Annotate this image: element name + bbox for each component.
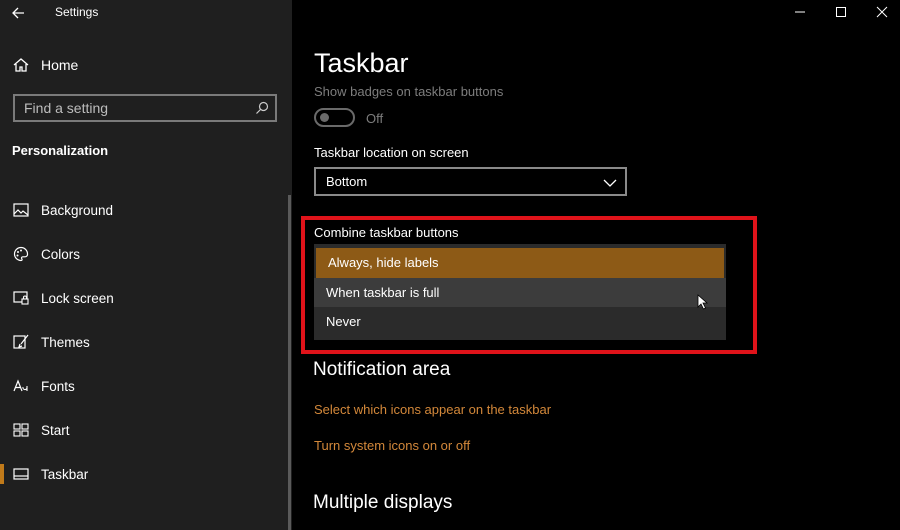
close-icon bbox=[876, 6, 888, 18]
home-icon bbox=[12, 56, 30, 74]
search-input[interactable] bbox=[24, 100, 244, 116]
combine-label: Combine taskbar buttons bbox=[314, 225, 459, 240]
mouse-pointer-icon bbox=[697, 294, 709, 310]
minimize-icon bbox=[795, 11, 805, 13]
toggle-knob bbox=[320, 113, 329, 122]
select-icons-link[interactable]: Select which icons appear on the taskbar bbox=[314, 402, 551, 417]
dropdown-option-always-hide-labels[interactable]: Always, hide labels bbox=[316, 248, 724, 278]
location-select-value: Bottom bbox=[326, 174, 368, 189]
sidebar-item-label: Taskbar bbox=[41, 466, 89, 482]
sidebar-item-label: Themes bbox=[41, 334, 90, 350]
sidebar-item-colors[interactable]: Colors bbox=[0, 232, 288, 276]
chevron-down-icon bbox=[603, 176, 617, 187]
start-tiles-icon bbox=[13, 422, 29, 438]
location-label: Taskbar location on screen bbox=[314, 145, 469, 160]
badges-setting-label: Show badges on taskbar buttons bbox=[314, 84, 504, 99]
app-title: Settings bbox=[55, 5, 99, 19]
palette-icon bbox=[13, 246, 29, 262]
font-icon bbox=[13, 378, 29, 394]
sidebar-scrollbar[interactable] bbox=[288, 195, 291, 530]
multiple-displays-heading: Multiple displays bbox=[313, 492, 453, 513]
sidebar-item-themes[interactable]: Themes bbox=[0, 320, 288, 364]
themes-brush-icon bbox=[13, 334, 29, 350]
lock-screen-icon bbox=[13, 290, 29, 306]
home-link[interactable]: Home bbox=[12, 55, 78, 75]
sidebar-nav: Background Colors Lock screen Themes Fon… bbox=[0, 188, 288, 496]
notification-area-heading: Notification area bbox=[313, 359, 451, 380]
sidebar-item-label: Background bbox=[41, 202, 114, 218]
search-box[interactable] bbox=[13, 94, 277, 122]
combine-dropdown-list: Always, hide labels When taskbar is full… bbox=[314, 244, 726, 340]
system-icons-link[interactable]: Turn system icons on or off bbox=[314, 438, 470, 453]
sidebar-item-fonts[interactable]: Fonts bbox=[0, 364, 288, 408]
maximize-icon bbox=[836, 7, 846, 17]
sidebar-item-label: Colors bbox=[41, 246, 81, 262]
sidebar-item-label: Lock screen bbox=[41, 290, 114, 306]
search-icon[interactable] bbox=[255, 101, 269, 115]
badges-toggle-state: Off bbox=[366, 111, 384, 126]
dropdown-option-never[interactable]: Never bbox=[314, 307, 726, 337]
sidebar-item-background[interactable]: Background bbox=[0, 188, 288, 232]
home-label: Home bbox=[41, 57, 79, 73]
sidebar-item-taskbar[interactable]: Taskbar bbox=[0, 452, 288, 496]
sidebar: Settings Home Personalization Background… bbox=[0, 0, 292, 530]
picture-icon bbox=[13, 202, 29, 218]
location-select[interactable]: Bottom bbox=[314, 167, 627, 196]
sidebar-item-label: Start bbox=[41, 422, 70, 438]
dropdown-option-when-taskbar-full[interactable]: When taskbar is full bbox=[314, 277, 726, 307]
close-button[interactable] bbox=[870, 2, 894, 22]
sidebar-item-start[interactable]: Start bbox=[0, 408, 288, 452]
back-arrow-icon[interactable] bbox=[10, 4, 30, 22]
sidebar-item-label: Fonts bbox=[41, 378, 75, 394]
page-title: Taskbar bbox=[314, 48, 409, 78]
maximize-button[interactable] bbox=[829, 2, 853, 22]
minimize-button[interactable] bbox=[788, 2, 812, 22]
section-title: Personalization bbox=[12, 143, 109, 158]
taskbar-icon bbox=[13, 466, 29, 482]
sidebar-item-lock-screen[interactable]: Lock screen bbox=[0, 276, 288, 320]
badges-toggle[interactable] bbox=[314, 108, 355, 127]
